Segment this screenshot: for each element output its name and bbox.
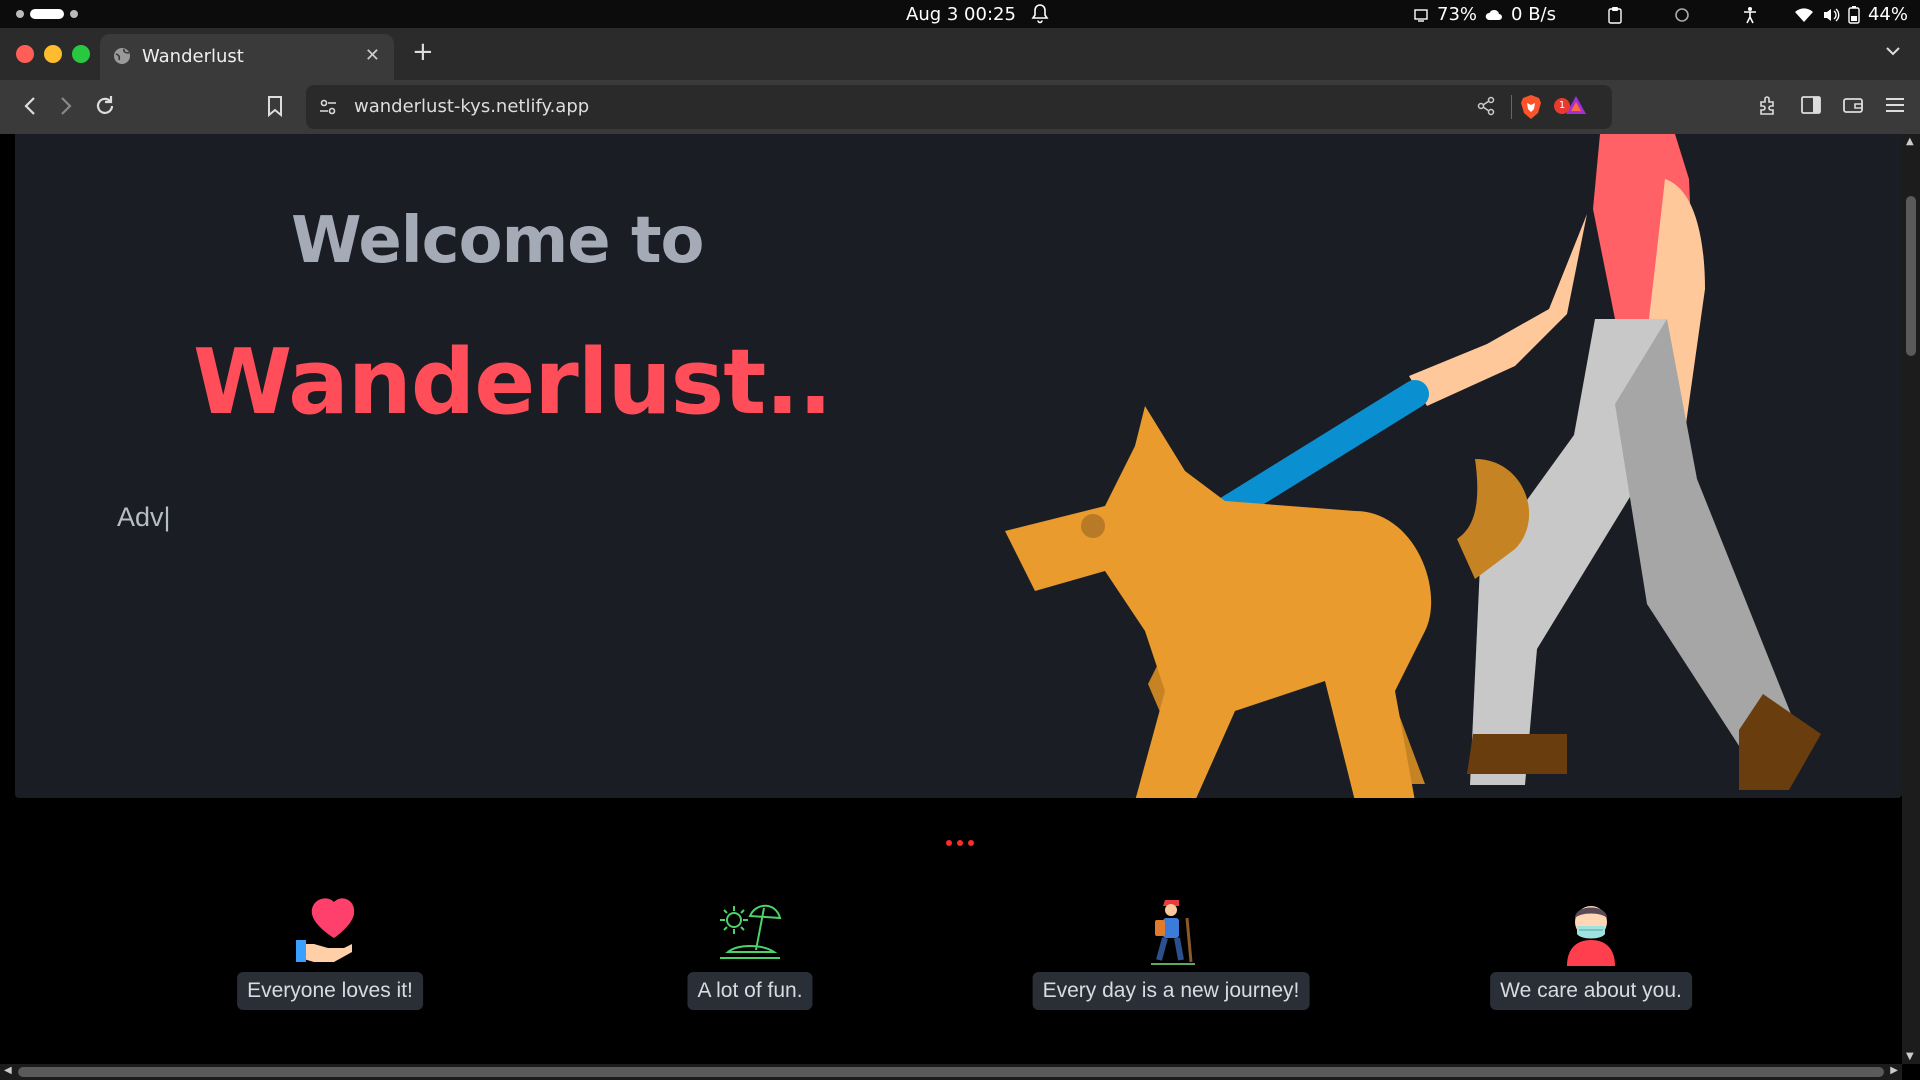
scroll-up-icon[interactable]: ▲	[1906, 136, 1914, 147]
os-top-bar: Aug 3 00:25 73% 0 B/s 44%	[0, 0, 1920, 28]
feature-new-journey: Every day is a new journey!	[1021, 894, 1321, 1034]
vertical-scrollbar[interactable]: ▲ ▼	[1902, 134, 1920, 1064]
bookmark-icon[interactable]	[266, 94, 284, 118]
share-icon[interactable]	[1476, 96, 1496, 116]
workspace-indicator[interactable]	[16, 9, 78, 19]
vertical-scroll-thumb[interactable]	[1906, 196, 1916, 356]
back-icon[interactable]	[20, 94, 40, 118]
battery-icon[interactable]	[1848, 5, 1860, 24]
wallet-icon[interactable]	[1842, 94, 1864, 116]
feature-caption: Every day is a new journey!	[1032, 972, 1310, 1010]
feature-caption: Everyone loves it!	[237, 972, 423, 1010]
menu-icon[interactable]	[1884, 94, 1906, 116]
scroll-left-icon[interactable]: ◀	[4, 1065, 12, 1076]
masked-person-icon	[1567, 906, 1615, 966]
cpu-usage: 73%	[1437, 4, 1478, 25]
minimize-window-button[interactable]	[44, 45, 62, 63]
chevron-down-icon[interactable]	[1884, 42, 1902, 60]
horizontal-scrollbar[interactable]: ◀ ▶	[0, 1064, 1902, 1080]
clock[interactable]: Aug 3 00:25	[906, 4, 1016, 25]
features-row: Everyone loves it! A lot of fun. Every d…	[0, 894, 1902, 1034]
scroll-down-icon[interactable]: ▼	[1906, 1051, 1914, 1062]
cloud-upload-icon	[1485, 9, 1503, 20]
scroll-right-icon[interactable]: ▶	[1890, 1065, 1898, 1076]
rewards-badge: 1	[1554, 98, 1570, 114]
new-tab-button[interactable]: +	[412, 37, 434, 67]
network-speed: 0 B/s	[1511, 4, 1556, 25]
volume-icon[interactable]	[1822, 7, 1840, 23]
extensions-icon[interactable]	[1758, 94, 1780, 116]
notification-bell-icon[interactable]	[1030, 3, 1050, 25]
reload-icon[interactable]	[94, 94, 116, 118]
address-bar[interactable]: wanderlust-kys.netlify.app 1	[306, 85, 1612, 129]
woman-walking-dog-illustration	[1005, 134, 1821, 798]
hero-brand-title: Wanderlust..	[193, 330, 833, 435]
browser-toolbar: wanderlust-kys.netlify.app 1	[0, 80, 1920, 134]
clipboard-icon[interactable]	[1608, 6, 1622, 24]
hiker-icon	[1151, 900, 1195, 965]
horizontal-scroll-thumb[interactable]	[18, 1067, 1884, 1077]
cpu-icon	[1414, 8, 1428, 22]
close-tab-icon[interactable]: ✕	[365, 45, 380, 66]
system-tray[interactable]: 73% 0 B/s 44%	[1413, 4, 1908, 25]
heart-hand-icon	[296, 898, 355, 962]
battery-level: 44%	[1867, 4, 1908, 25]
wifi-icon[interactable]	[1794, 7, 1814, 23]
loading-dots	[946, 840, 974, 846]
close-window-button[interactable]	[16, 45, 34, 63]
feature-everyone-loves-it: Everyone loves it!	[180, 894, 480, 1034]
window-controls	[16, 45, 90, 63]
typewriter-text: Adv|	[117, 502, 171, 532]
hero-welcome-heading: Welcome to	[291, 204, 704, 278]
maximize-window-button[interactable]	[72, 45, 90, 63]
page-viewport: Welcome to Wanderlust.. Adv| Everyone lo…	[0, 134, 1902, 1064]
feature-a-lot-of-fun: A lot of fun.	[600, 894, 900, 1034]
workspace-dot	[70, 10, 78, 18]
feature-caption: We care about you.	[1490, 972, 1692, 1010]
workspace-dot	[16, 10, 24, 18]
feature-we-care: We care about you.	[1441, 894, 1741, 1034]
beach-umbrella-icon	[720, 904, 782, 959]
hero-section: Welcome to Wanderlust.. Adv|	[15, 134, 1902, 798]
tab-title: Wanderlust	[142, 46, 244, 67]
brave-shields-icon[interactable]	[1520, 94, 1542, 120]
workspace-active	[30, 9, 64, 19]
url-text[interactable]: wanderlust-kys.netlify.app	[354, 96, 589, 117]
tab-wanderlust[interactable]: Wanderlust ✕	[100, 34, 394, 80]
forward-icon[interactable]	[56, 94, 76, 118]
site-settings-icon[interactable]	[318, 97, 338, 117]
brave-rewards-button[interactable]: 1	[1554, 94, 1588, 120]
circle-status-icon[interactable]	[1674, 7, 1690, 23]
globe-icon	[114, 48, 130, 64]
sidebar-icon[interactable]	[1800, 94, 1822, 116]
tab-bar: Wanderlust ✕ +	[0, 28, 1920, 80]
feature-caption: A lot of fun.	[687, 972, 813, 1010]
accessibility-icon[interactable]	[1742, 6, 1758, 24]
toolbar-actions	[1758, 94, 1906, 116]
